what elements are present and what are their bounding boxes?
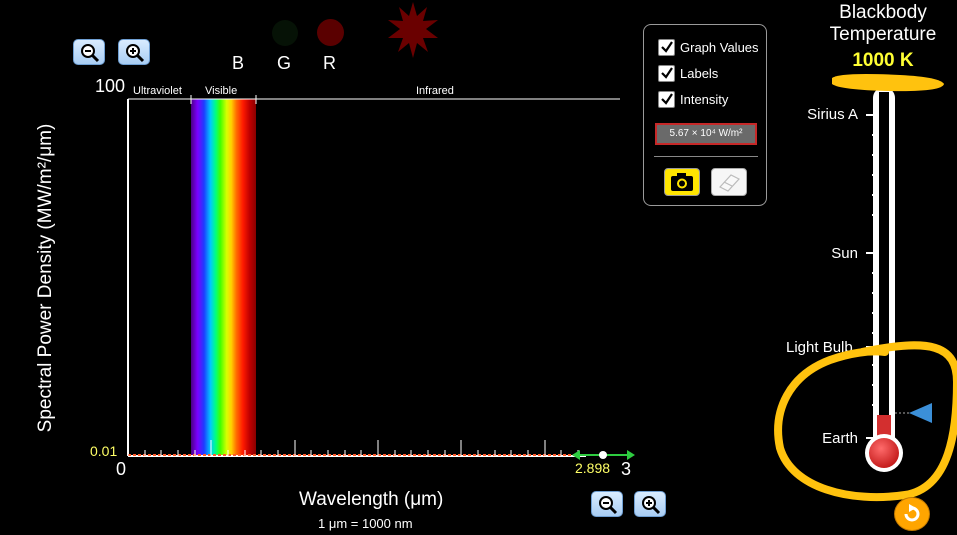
annotation-highlights (774, 74, 957, 502)
reset-button[interactable] (894, 497, 930, 531)
reset-icon (904, 504, 920, 522)
